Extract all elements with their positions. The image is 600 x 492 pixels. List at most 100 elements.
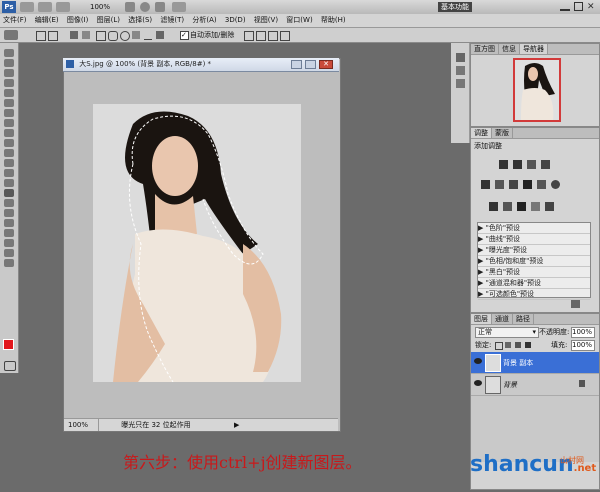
document-status-text[interactable]: 曝光只在 32 位起作用	[101, 421, 190, 429]
mini-bridge-button[interactable]	[38, 2, 52, 12]
arrange-documents-button[interactable]	[172, 2, 186, 12]
pen-tool-icon[interactable]	[4, 189, 14, 197]
rectangle-icon[interactable]	[96, 31, 106, 41]
levels-icon[interactable]	[513, 160, 522, 169]
layer-row-selected[interactable]: 背景 副本	[471, 352, 599, 374]
tab-layers[interactable]: 图层	[471, 314, 492, 324]
workspace-button[interactable]: 基本功能	[438, 2, 472, 12]
3d-orbit-tool-icon[interactable]	[4, 239, 14, 247]
preset-levels[interactable]: ▶ "色阶"预设	[478, 223, 590, 234]
move-tool-icon[interactable]	[4, 49, 14, 57]
zoom-tool-icon[interactable]	[4, 259, 14, 267]
menu-image[interactable]: 图像(I)	[64, 14, 92, 27]
healing-brush-tool-icon[interactable]	[4, 109, 14, 117]
path-subtract-icon[interactable]	[256, 31, 266, 41]
path-exclude-icon[interactable]	[280, 31, 290, 41]
layer-name[interactable]: 背景 副本	[503, 358, 533, 368]
marquee-tool-icon[interactable]	[4, 59, 14, 67]
preset-black-white[interactable]: ▶ "黑白"预设	[478, 267, 590, 278]
zoom-icon[interactable]	[140, 2, 150, 12]
eraser-tool-icon[interactable]	[4, 149, 14, 157]
curves-icon[interactable]	[527, 160, 536, 169]
black-white-icon[interactable]	[523, 180, 532, 189]
navigator-thumbnail[interactable]	[513, 58, 561, 122]
exposure-icon[interactable]	[541, 160, 550, 169]
path-selection-tool-icon[interactable]	[4, 209, 14, 217]
lock-all-icon[interactable]	[525, 342, 531, 348]
3d-rotate-tool-icon[interactable]	[4, 229, 14, 237]
crop-tool-icon[interactable]	[4, 89, 14, 97]
rotate-view-icon[interactable]	[155, 2, 165, 12]
eye-icon[interactable]	[474, 358, 482, 364]
freeform-pen-icon[interactable]	[82, 31, 90, 39]
hand-icon[interactable]	[125, 2, 135, 12]
lock-pixels-icon[interactable]	[505, 342, 511, 348]
image-canvas[interactable]	[93, 104, 301, 382]
gradient-map-icon[interactable]	[531, 202, 540, 211]
document-maximize-button[interactable]	[305, 60, 316, 69]
ellipse-icon[interactable]	[120, 31, 130, 41]
menu-edit[interactable]: 编辑(E)	[32, 14, 62, 27]
history-brush-tool-icon[interactable]	[4, 139, 14, 147]
polygon-icon[interactable]	[132, 31, 140, 39]
quick-selection-tool-icon[interactable]	[4, 79, 14, 87]
color-balance-icon[interactable]	[509, 180, 518, 189]
path-intersect-icon[interactable]	[268, 31, 278, 41]
rounded-rectangle-icon[interactable]	[108, 31, 118, 41]
tab-masks[interactable]: 蒙版	[492, 128, 513, 138]
auto-add-delete-checkbox[interactable]: ✓	[180, 31, 189, 40]
document-minimize-button[interactable]	[291, 60, 302, 69]
gradient-tool-icon[interactable]	[4, 159, 14, 167]
tab-navigator[interactable]: 导航器	[520, 44, 548, 54]
brush-tool-icon[interactable]	[4, 119, 14, 127]
preset-channel-mixer[interactable]: ▶ "通道混和器"预设	[478, 278, 590, 289]
menu-filter[interactable]: 滤镜(T)	[157, 14, 187, 27]
dodge-tool-icon[interactable]	[4, 179, 14, 187]
shape-tool-icon[interactable]	[4, 219, 14, 227]
layer-name[interactable]: 背景	[503, 380, 517, 390]
posterize-icon[interactable]	[503, 202, 512, 211]
quick-mask-icon[interactable]	[4, 361, 16, 371]
preset-hue-saturation[interactable]: ▶ "色相/饱和度"预设	[478, 256, 590, 267]
tab-adjustments[interactable]: 调整	[471, 128, 492, 138]
threshold-icon[interactable]	[517, 202, 526, 211]
blur-tool-icon[interactable]	[4, 169, 14, 177]
preset-exposure[interactable]: ▶ "曝光度"预设	[478, 245, 590, 256]
paths-icon[interactable]	[48, 31, 58, 41]
menu-view[interactable]: 视图(V)	[251, 14, 281, 27]
pen-icon[interactable]	[70, 31, 78, 39]
selective-color-icon[interactable]	[545, 202, 554, 211]
custom-shape-icon[interactable]	[156, 31, 164, 39]
line-icon[interactable]	[144, 31, 152, 40]
document-zoom-field[interactable]: 100%	[64, 419, 99, 431]
clone-stamp-tool-icon[interactable]	[4, 129, 14, 137]
clip-to-layer-icon[interactable]	[571, 300, 580, 308]
paragraph-icon[interactable]	[455, 79, 465, 88]
preset-selective-color[interactable]: ▶ "可选颜色"预设	[478, 289, 590, 300]
zoom-level-dropdown[interactable]: 100%	[90, 2, 120, 12]
layer-row[interactable]: 背景	[471, 374, 599, 396]
close-button[interactable]: ✕	[587, 2, 597, 12]
shape-layers-icon[interactable]	[36, 31, 46, 41]
tab-paths[interactable]: 路径	[513, 314, 534, 324]
channel-mixer-icon[interactable]	[551, 180, 560, 189]
menu-select[interactable]: 选择(S)	[125, 14, 155, 27]
minimize-button[interactable]	[560, 3, 570, 11]
lasso-tool-icon[interactable]	[4, 69, 14, 77]
maximize-button[interactable]	[574, 2, 583, 11]
menu-window[interactable]: 窗口(W)	[283, 14, 315, 27]
hue-saturation-icon[interactable]	[495, 180, 504, 189]
menu-file[interactable]: 文件(F)	[0, 14, 30, 27]
lock-position-icon[interactable]	[515, 342, 521, 348]
eye-icon[interactable]	[474, 380, 482, 386]
menu-layer[interactable]: 图层(L)	[94, 14, 123, 27]
photo-filter-icon[interactable]	[537, 180, 546, 189]
type-tool-icon[interactable]	[4, 199, 14, 207]
pen-tool-preset-icon[interactable]	[4, 30, 18, 40]
status-arrow-icon[interactable]: ▶	[234, 419, 239, 431]
blend-mode-dropdown[interactable]: 正常 ▾	[475, 327, 539, 338]
invert-icon[interactable]	[489, 202, 498, 211]
menu-analysis[interactable]: 分析(A)	[189, 14, 219, 27]
menu-3d[interactable]: 3D(D)	[222, 14, 249, 27]
tab-histogram[interactable]: 直方图	[471, 44, 499, 54]
